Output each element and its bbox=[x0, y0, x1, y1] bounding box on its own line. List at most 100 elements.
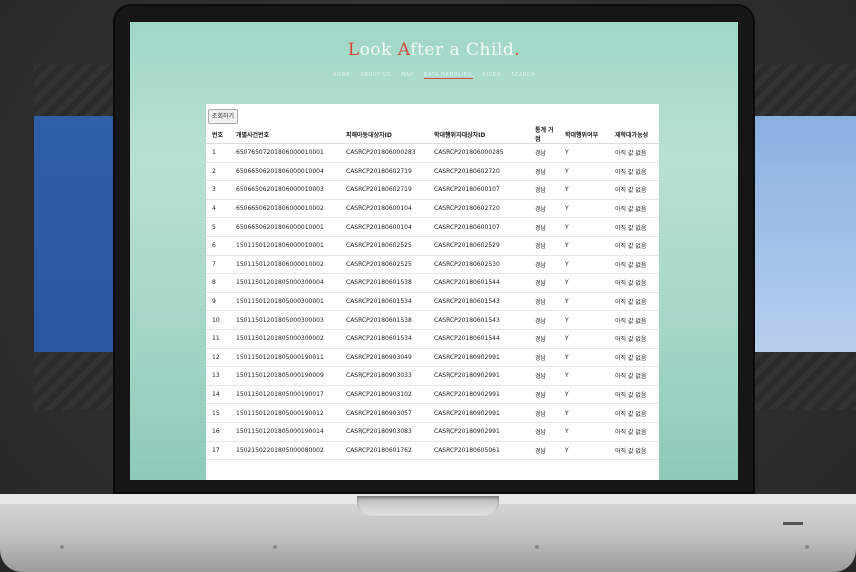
laptop-foot bbox=[805, 545, 809, 549]
table-cell: 경남 bbox=[529, 273, 559, 293]
table-cell: 6 bbox=[206, 236, 230, 256]
right-background-panel bbox=[740, 64, 856, 410]
table-cell: CASRCP20180600104 bbox=[340, 199, 428, 219]
laptop-indicator bbox=[783, 522, 803, 525]
table-cell: 11 bbox=[206, 329, 230, 349]
table-row[interactable]: 4 65066506201806000010002 CASRCP2018060010… bbox=[206, 199, 659, 219]
table-cell: CASRCP20180601762 bbox=[340, 441, 428, 461]
table-cell: 아직 값 없음 bbox=[609, 236, 659, 256]
table-row[interactable]: 2 65066506201806000010004 CASRCP2018060271… bbox=[206, 162, 659, 182]
table-cell: CASRCP20180600107 bbox=[428, 180, 529, 200]
table-cell: 경남 bbox=[529, 217, 559, 237]
table-cell: 아직 값 없음 bbox=[609, 422, 659, 442]
table-cell: Y bbox=[559, 329, 609, 349]
table-cell: CASRCP20180602525 bbox=[340, 255, 428, 275]
table-cell: 15011501201805000300003 bbox=[230, 310, 340, 330]
table-cell: CASRCP20180601543 bbox=[428, 310, 529, 330]
table-row[interactable]: 16 15011501201805000190014 CASRCP201809030… bbox=[206, 422, 659, 442]
table-cell: CASRCP20180903049 bbox=[340, 348, 428, 368]
table-cell: 15 bbox=[206, 403, 230, 423]
table-row[interactable]: 10 15011501201805000300003 CASRCP201806015… bbox=[206, 310, 659, 330]
title-period: . bbox=[514, 40, 521, 60]
table-cell: CASRCP20180605061 bbox=[428, 441, 529, 461]
table-row[interactable]: 8 15011501201805000300004 CASRCP2018060153… bbox=[206, 273, 659, 293]
table-cell: 15011501201805000300004 bbox=[230, 273, 340, 293]
table-cell: Y bbox=[559, 292, 609, 312]
table-cell: 15011501201806000010002 bbox=[230, 255, 340, 275]
table-cell: 아직 값 없음 bbox=[609, 292, 659, 312]
table-cell: 2 bbox=[206, 162, 230, 182]
table-cell: 12 bbox=[206, 348, 230, 368]
table-cell: 15011501201805000190009 bbox=[230, 366, 340, 386]
nav-item[interactable]: HOME bbox=[333, 72, 351, 78]
table-cell: CASRCP20180602719 bbox=[340, 162, 428, 182]
table-cell: 14 bbox=[206, 385, 230, 405]
table-cell: 8 bbox=[206, 273, 230, 293]
table-cell: 경남 bbox=[529, 292, 559, 312]
data-panel: 조회하기 번호 개별사건번호 피해아동대상자ID 학대행위자대상자ID 통계 거점 학대행… bbox=[206, 104, 659, 480]
table-cell: 경남 bbox=[529, 329, 559, 349]
table-cell: CASRCP20180601543 bbox=[428, 292, 529, 312]
table-cell: 경남 bbox=[529, 385, 559, 405]
table-row[interactable]: 11 15011501201805000300002 CASRCP201806015… bbox=[206, 329, 659, 349]
table-body: 1 65076507201806000010001 CASRCP2018060002… bbox=[206, 143, 659, 461]
main-nav: HOME ABOUT US MAP DATA HANDLING VIDEO SEARCH bbox=[130, 72, 738, 79]
table-cell: 65066506201806000010003 bbox=[230, 180, 340, 200]
table-cell: CASRCP20180602530 bbox=[428, 255, 529, 275]
table-cell: Y bbox=[559, 143, 609, 163]
table-row[interactable]: 1 65076507201806000010001 CASRCP2018060002… bbox=[206, 143, 659, 163]
table-row[interactable]: 6 15011501201806000010001 CASRCP2018060252… bbox=[206, 236, 659, 256]
nav-item[interactable]: VIDEO bbox=[483, 72, 502, 78]
table-cell: 경남 bbox=[529, 403, 559, 423]
laptop-notch bbox=[357, 496, 499, 516]
table-cell: Y bbox=[559, 366, 609, 386]
table-cell: 경남 bbox=[529, 199, 559, 219]
table-cell: 아직 값 없음 bbox=[609, 143, 659, 163]
table-cell: CASRCP20180601538 bbox=[340, 273, 428, 293]
table-cell: CASRCP20180601534 bbox=[340, 292, 428, 312]
site-title[interactable]: Look After a Child. bbox=[130, 40, 738, 60]
table-row[interactable]: 15 15011501201805000190012 CASRCP201809030… bbox=[206, 403, 659, 423]
table-cell: Y bbox=[559, 236, 609, 256]
table-header-row: 번호 개별사건번호 피해아동대상자ID 학대행위자대상자ID 통계 거점 학대행위여부 재학… bbox=[206, 125, 659, 144]
table-row[interactable]: 5 65066506201806000010001 CASRCP2018060010… bbox=[206, 217, 659, 237]
table-row[interactable]: 17 15021502201805000080002 CASRCP201806017… bbox=[206, 441, 659, 461]
table-cell: 아직 값 없음 bbox=[609, 329, 659, 349]
right-blue-panel bbox=[740, 116, 856, 352]
table-cell: CASRCP20180902991 bbox=[428, 403, 529, 423]
table-cell: 4 bbox=[206, 199, 230, 219]
table-cell: 경남 bbox=[529, 162, 559, 182]
table-cell: 경남 bbox=[529, 236, 559, 256]
table-cell: Y bbox=[559, 310, 609, 330]
table-cell: CASRCP20180903102 bbox=[340, 385, 428, 405]
table-cell: 15011501201805000190012 bbox=[230, 403, 340, 423]
title-initial: A bbox=[397, 40, 411, 60]
table-cell: Y bbox=[559, 255, 609, 275]
table-cell: CASRCP20180903083 bbox=[340, 422, 428, 442]
table-row[interactable]: 9 15011501201805000300001 CASRCP2018060153… bbox=[206, 292, 659, 312]
nav-item[interactable]: SEARCH bbox=[511, 72, 535, 78]
table-cell: 17 bbox=[206, 441, 230, 461]
table-cell: 아직 값 없음 bbox=[609, 348, 659, 368]
table-cell: Y bbox=[559, 273, 609, 293]
table-cell: 1 bbox=[206, 143, 230, 163]
column-header: 통계 거점 bbox=[529, 125, 559, 144]
nav-item[interactable]: DATA HANDLING bbox=[423, 72, 473, 79]
table-cell: 5 bbox=[206, 217, 230, 237]
table-row[interactable]: 14 15011501201805000190017 CASRCP201809031… bbox=[206, 385, 659, 405]
table-cell: CASRCP20180902991 bbox=[428, 422, 529, 442]
nav-item[interactable]: ABOUT US bbox=[360, 72, 391, 78]
table-cell: 아직 값 없음 bbox=[609, 255, 659, 275]
table-cell: 경남 bbox=[529, 441, 559, 461]
query-button[interactable]: 조회하기 bbox=[208, 109, 239, 124]
laptop-foot bbox=[535, 545, 539, 549]
table-cell: 아직 값 없음 bbox=[609, 366, 659, 386]
column-header: 학대행위여부 bbox=[559, 125, 609, 144]
table-cell: 경남 bbox=[529, 422, 559, 442]
table-cell: CASRCP20180903057 bbox=[340, 403, 428, 423]
table-row[interactable]: 3 65066506201806000010003 CASRCP2018060271… bbox=[206, 180, 659, 200]
table-row[interactable]: 7 15011501201806000010002 CASRCP2018060252… bbox=[206, 255, 659, 275]
table-row[interactable]: 13 15011501201805000190009 CASRCP201809030… bbox=[206, 366, 659, 386]
nav-item[interactable]: MAP bbox=[401, 72, 414, 78]
table-row[interactable]: 12 15011501201805000190011 CASRCP201809030… bbox=[206, 348, 659, 368]
